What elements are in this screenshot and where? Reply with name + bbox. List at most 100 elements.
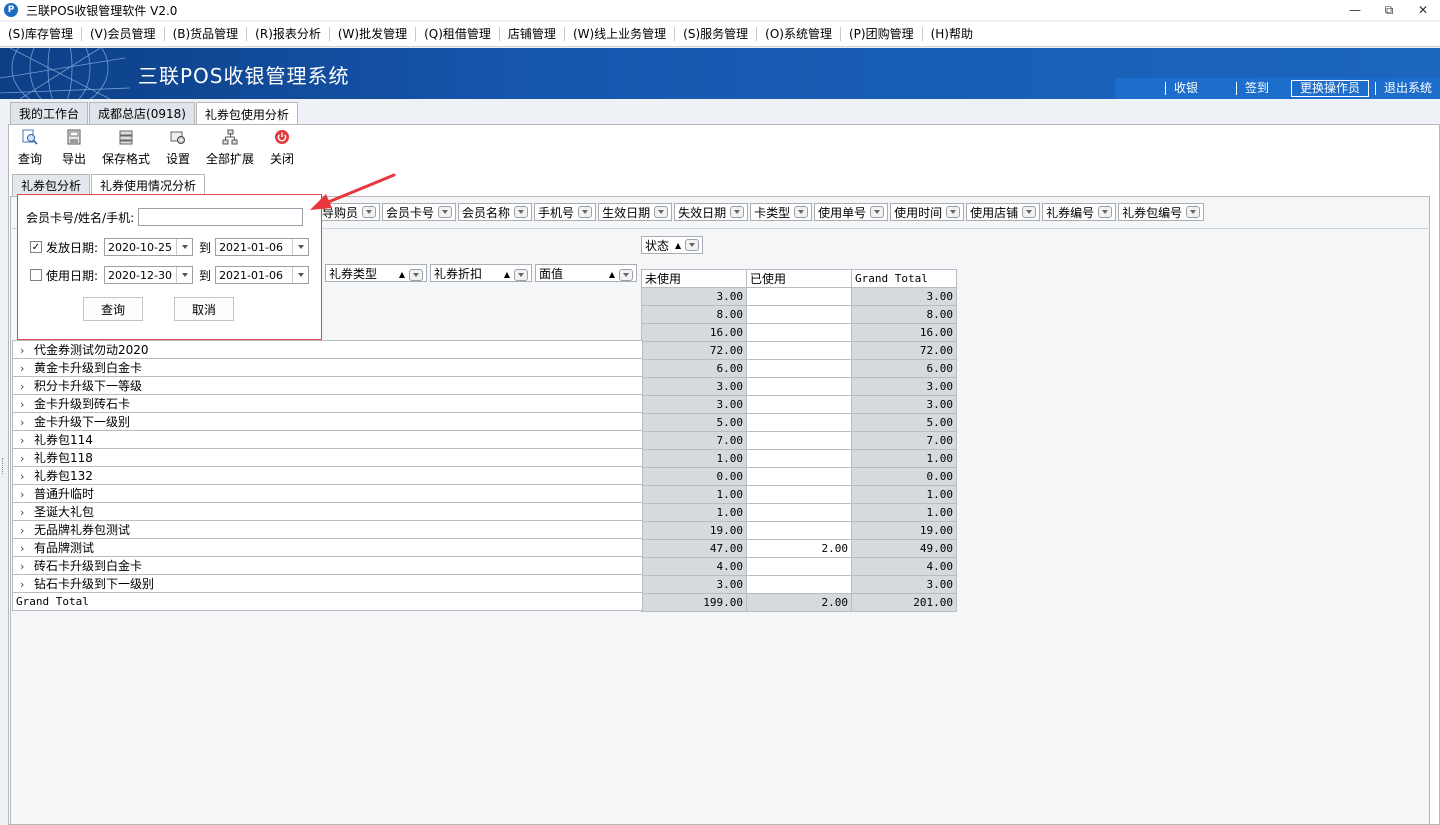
menu-goods[interactable]: (B)货品管理 (165, 27, 248, 41)
row-header-cell[interactable]: › 钻石卡升级到下一级别 (12, 574, 643, 593)
use-date-to[interactable]: 2021-01-06 (215, 266, 310, 284)
table-row[interactable]: › 代金券测试勿动2020 (12, 340, 643, 359)
dropdown-icon[interactable] (292, 267, 308, 283)
dropdown-icon[interactable] (1022, 206, 1037, 218)
menu-rental[interactable]: (Q)租借管理 (416, 27, 500, 41)
chevron-right-icon[interactable]: › (20, 380, 34, 393)
table-row[interactable]: › 礼券包132 (12, 466, 643, 485)
chevron-right-icon[interactable]: › (20, 416, 34, 429)
table-row[interactable]: › 黄金卡升级到白金卡 (12, 358, 643, 377)
menu-online[interactable]: (W)线上业务管理 (565, 27, 676, 41)
dropdown-icon[interactable] (438, 206, 453, 218)
cashier-link[interactable]: 收银 (1164, 82, 1206, 95)
query-button[interactable]: 查询 (8, 128, 52, 168)
issue-date-from[interactable]: 2020-10-25 (104, 238, 194, 256)
field-status[interactable]: 状态 ▲ (641, 236, 704, 254)
member-search-input[interactable] (138, 208, 304, 226)
dropdown-icon[interactable] (619, 268, 633, 281)
column-header-used[interactable]: 已使用 (746, 269, 852, 288)
dropdown-icon[interactable] (514, 268, 528, 281)
chevron-right-icon[interactable]: › (20, 488, 34, 501)
use-date-checkbox[interactable] (30, 269, 42, 281)
dropdown-icon[interactable] (870, 206, 885, 218)
table-row[interactable]: › 礼券包118 (12, 448, 643, 467)
dropdown-icon[interactable] (176, 239, 192, 255)
chevron-right-icon[interactable]: › (20, 506, 34, 519)
field-coupon-type[interactable]: 礼券类型 ▲ (325, 264, 427, 282)
chevron-right-icon[interactable]: › (20, 560, 34, 573)
popup-query-button[interactable]: 查询 (83, 297, 143, 321)
save-format-button[interactable]: 保存格式 (96, 128, 156, 168)
row-header-cell[interactable]: › 金卡升级到砖石卡 (12, 394, 643, 413)
minimize-icon[interactable]: — (1338, 0, 1372, 20)
issue-date-checkbox[interactable]: ✓ (30, 241, 42, 253)
dropdown-icon[interactable] (1098, 206, 1113, 218)
chevron-right-icon[interactable]: › (20, 470, 34, 483)
row-header-cell[interactable]: › 有品牌测试 (12, 538, 643, 557)
menu-wholesale[interactable]: (W)批发管理 (330, 27, 417, 41)
export-button[interactable]: 导出 (52, 128, 96, 168)
table-row[interactable]: › 有品牌测试 (12, 538, 643, 557)
column-header-grand-total[interactable]: Grand Total (851, 269, 957, 288)
menu-service[interactable]: (S)服务管理 (675, 27, 758, 41)
row-header-cell[interactable]: › 无品牌礼券包测试 (12, 520, 643, 539)
checkin-link[interactable]: 签到 (1235, 82, 1277, 95)
table-row[interactable]: › 砖石卡升级到白金卡 (12, 556, 643, 575)
chevron-right-icon[interactable]: › (20, 398, 34, 411)
row-header-cell[interactable]: › 金卡升级下一级别 (12, 412, 643, 431)
column-header-unused[interactable]: 未使用 (641, 269, 747, 288)
restore-icon[interactable]: ⧉ (1372, 0, 1406, 20)
dropdown-icon[interactable] (578, 206, 593, 218)
chevron-right-icon[interactable]: › (20, 578, 34, 591)
menu-groupbuy[interactable]: (P)团购管理 (841, 27, 923, 41)
dropdown-icon[interactable] (946, 206, 961, 218)
field-face-value[interactable]: 面值 ▲ (535, 264, 637, 282)
table-row[interactable]: › 金卡升级下一级别 (12, 412, 643, 431)
switch-operator-link[interactable]: 更换操作员 (1290, 80, 1369, 97)
dropdown-icon[interactable] (654, 206, 669, 218)
popup-cancel-button[interactable]: 取消 (174, 297, 234, 321)
logout-link[interactable]: 退出系统 (1374, 82, 1440, 95)
row-header-cell[interactable]: › 黄金卡升级到白金卡 (12, 358, 643, 377)
tab-chengdu-store[interactable]: 成都总店(0918) (89, 102, 195, 124)
field-coupon-discount[interactable]: 礼券折扣 ▲ (430, 264, 532, 282)
field-card-type[interactable]: 卡类型 (750, 203, 813, 221)
field-member-name[interactable]: 会员名称 (458, 203, 533, 221)
dropdown-icon[interactable] (292, 239, 308, 255)
dropdown-icon[interactable] (176, 267, 192, 283)
field-usage-store[interactable]: 使用店铺 (966, 203, 1041, 221)
close-icon[interactable]: ✕ (1406, 0, 1440, 20)
table-row[interactable]: › 无品牌礼券包测试 (12, 520, 643, 539)
tab-coupon-pack[interactable]: 礼券包分析 (12, 174, 91, 196)
table-row[interactable]: › 积分卡升级下一等级 (12, 376, 643, 395)
row-header-cell[interactable]: › 礼券包132 (12, 466, 643, 485)
settings-button[interactable]: 设置 (156, 128, 200, 168)
field-coupon-no[interactable]: 礼券编号 (1042, 203, 1117, 221)
issue-date-to[interactable]: 2021-01-06 (215, 238, 310, 256)
field-expiry-date[interactable]: 失效日期 (674, 203, 749, 221)
menu-member[interactable]: (V)会员管理 (82, 27, 165, 41)
menu-inventory[interactable]: (S)库存管理 (0, 27, 82, 41)
table-row[interactable]: › 钻石卡升级到下一级别 (12, 574, 643, 593)
tab-coupon-pack-analysis[interactable]: 礼券包使用分析 (195, 102, 298, 126)
dropdown-icon[interactable] (730, 206, 745, 218)
table-row[interactable]: › 金卡升级到砖石卡 (12, 394, 643, 413)
chevron-right-icon[interactable]: › (20, 452, 34, 465)
menu-store[interactable]: 店铺管理 (500, 27, 565, 41)
menu-system[interactable]: (O)系统管理 (757, 27, 841, 41)
dropdown-icon[interactable] (514, 206, 529, 218)
field-usage-no[interactable]: 使用单号 (814, 203, 889, 221)
dropdown-icon[interactable] (409, 268, 423, 281)
chevron-right-icon[interactable]: › (20, 542, 34, 555)
chevron-right-icon[interactable]: › (20, 344, 34, 357)
field-coupon-pack-no[interactable]: 礼券包编号 (1118, 203, 1205, 221)
row-header-cell[interactable]: › 礼券包114 (12, 430, 643, 449)
table-row[interactable]: › 礼券包114 (12, 430, 643, 449)
field-effective-date[interactable]: 生效日期 (598, 203, 673, 221)
menu-report[interactable]: (R)报表分析 (247, 27, 330, 41)
field-phone[interactable]: 手机号 (534, 203, 597, 221)
menu-help[interactable]: (H)帮助 (923, 27, 981, 41)
expand-all-button[interactable]: 全部扩展 (200, 128, 260, 168)
chevron-right-icon[interactable]: › (20, 524, 34, 537)
close-tab-button[interactable]: 关闭 (260, 128, 304, 168)
